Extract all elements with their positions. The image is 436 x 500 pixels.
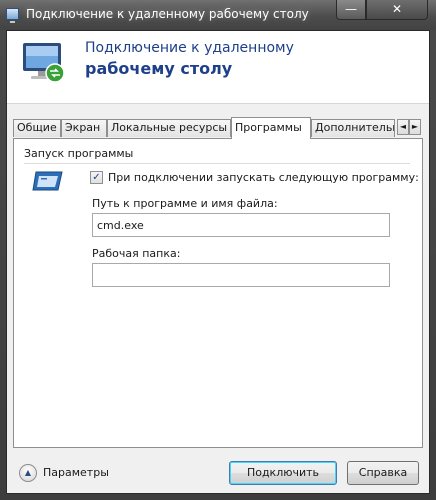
options-label[interactable]: Параметры	[43, 466, 109, 479]
banner-title-line2: рабочему столу	[85, 59, 233, 78]
tab-general[interactable]: Общие	[13, 119, 61, 137]
run-program-checkbox[interactable]: ✓	[90, 171, 103, 184]
options-toggle-icon[interactable]: ▲	[19, 464, 37, 482]
program-path-input[interactable]	[92, 213, 390, 237]
tab-programs[interactable]: Программы	[231, 117, 311, 139]
rdp-window: Подключение к удаленному рабочему столу …	[0, 0, 436, 500]
tab-advanced[interactable]: Дополнительно	[311, 119, 395, 137]
tab-scroll-left-button[interactable]: ◄	[397, 119, 409, 135]
program-path-label: Путь к программе и имя файла:	[92, 197, 278, 210]
connect-button[interactable]: Подключить	[229, 461, 337, 485]
title-bar[interactable]: Подключение к удаленному рабочему столу …	[0, 0, 436, 30]
run-program-label[interactable]: При подключении запускать следующую прог…	[108, 171, 419, 184]
header-banner: Подключение к удаленному рабочему столу	[7, 31, 429, 104]
close-button[interactable]: ✕	[366, 0, 428, 20]
minimize-button[interactable]: —	[336, 0, 366, 20]
tab-strip: Общие Экран Локальные ресурсы Программы …	[13, 117, 423, 139]
programs-panel: Запуск программы ✓ При подключении запус…	[13, 138, 423, 448]
window-title: Подключение к удаленному рабочему столу	[26, 7, 309, 21]
tab-local-resources[interactable]: Локальные ресурсы	[107, 119, 231, 137]
help-button[interactable]: Справка	[347, 461, 419, 485]
working-folder-input[interactable]	[92, 263, 390, 287]
banner-title-line1: Подключение к удаленному	[85, 40, 294, 56]
group-title: Запуск программы	[24, 147, 134, 160]
working-folder-label: Рабочая папка:	[92, 247, 181, 260]
program-window-icon	[32, 171, 63, 191]
app-icon	[6, 8, 19, 23]
group-divider	[24, 163, 410, 164]
tab-scroll-right-button[interactable]: ►	[409, 119, 421, 135]
tab-display[interactable]: Экран	[61, 119, 107, 137]
remote-desktop-icon	[23, 43, 65, 83]
client-area: Подключение к удаленному рабочему столу …	[6, 30, 430, 494]
